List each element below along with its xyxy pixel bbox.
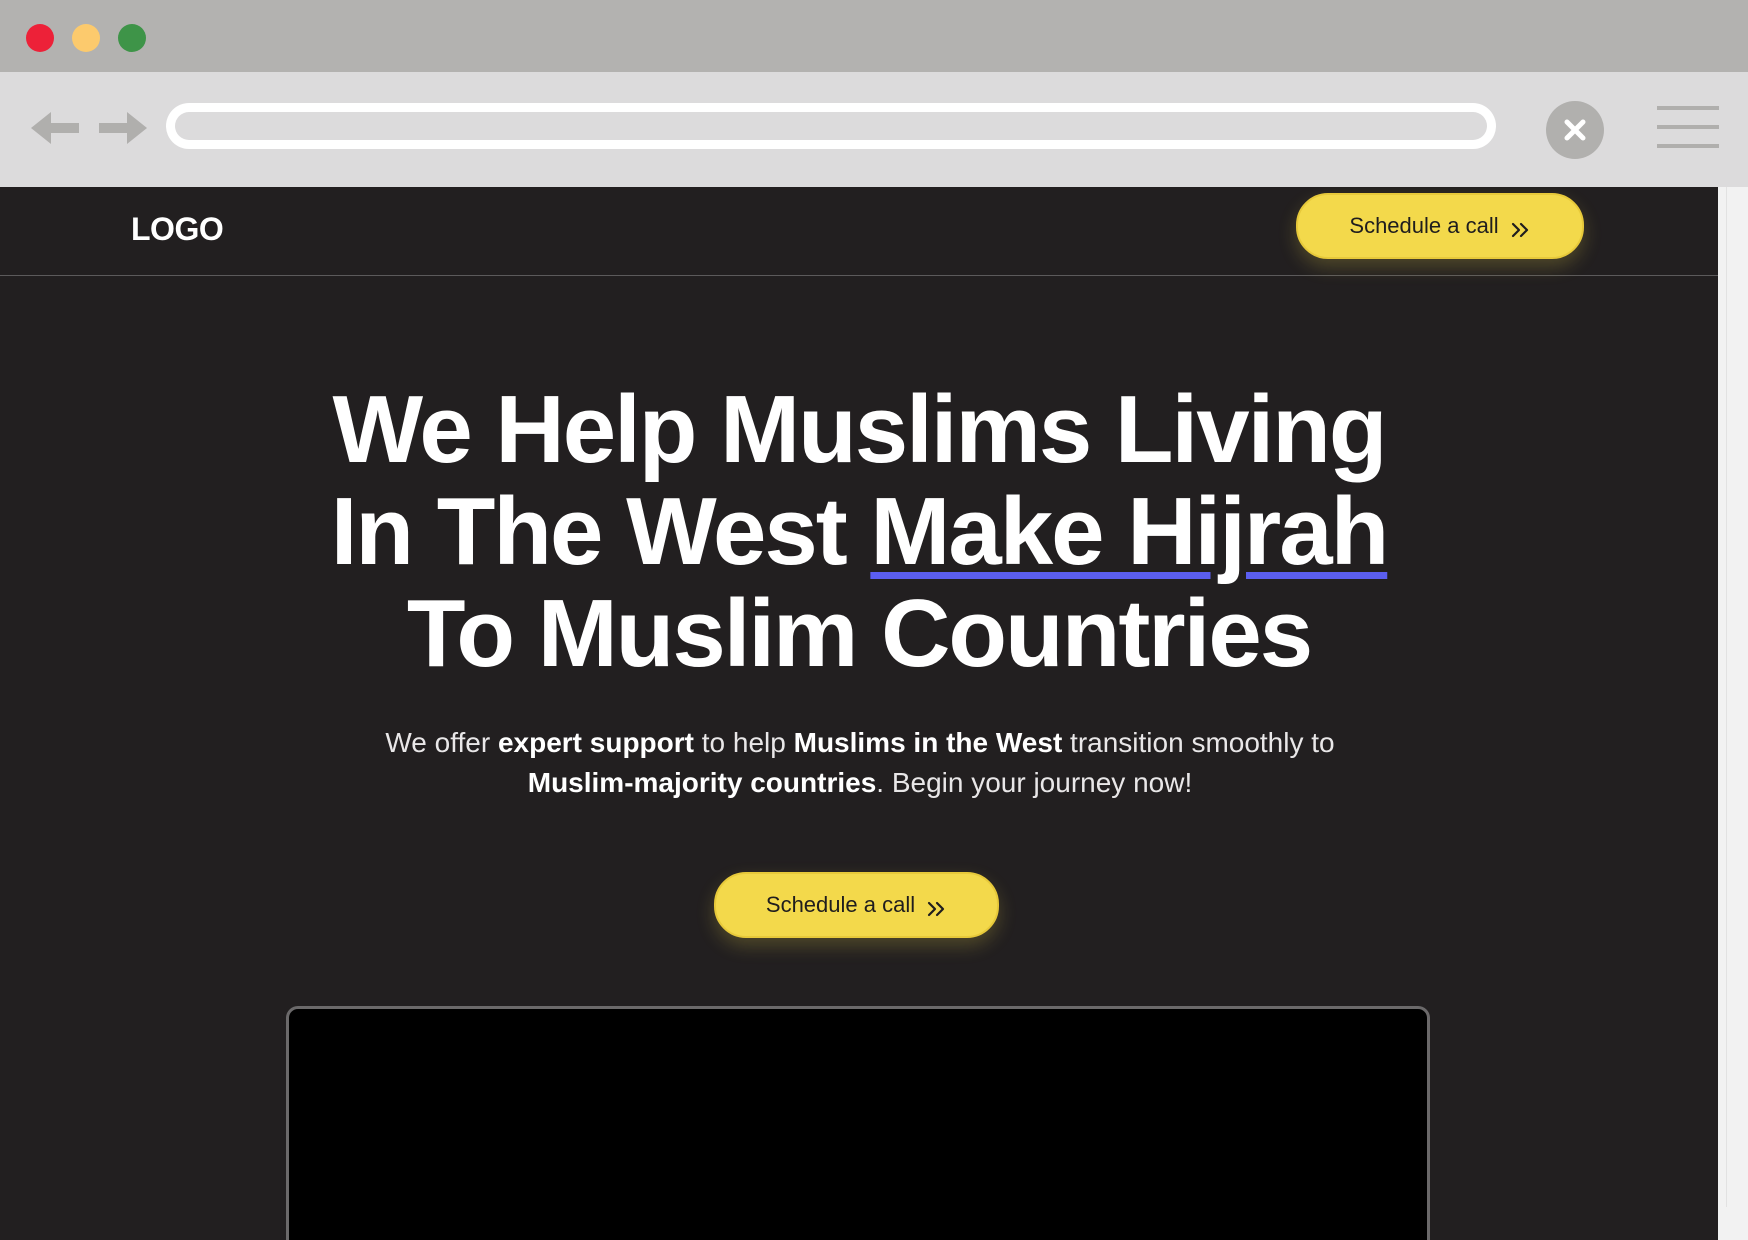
hero-heading: We Help Muslims Living In The West Make … xyxy=(0,379,1718,685)
subtitle-text: transition smoothly to xyxy=(1062,727,1335,758)
hero-subtitle: We offer expert support to help Muslims … xyxy=(280,723,1440,803)
hero-heading-line-2: In The West Make Hijrah xyxy=(0,481,1718,583)
subtitle-emphasis: Muslim-majority countries xyxy=(527,767,877,798)
hero-heading-line-1: We Help Muslims Living xyxy=(332,376,1387,483)
subtitle-emphasis: Muslims in the West xyxy=(793,727,1063,758)
hero-schedule-call-button[interactable]: Schedule a call xyxy=(714,872,999,938)
double-chevron-right-icon xyxy=(1511,218,1531,238)
close-icon[interactable] xyxy=(1546,101,1604,159)
header-schedule-call-label: Schedule a call xyxy=(1349,213,1499,238)
forward-arrow-icon[interactable] xyxy=(97,108,147,148)
window-minimize-button[interactable] xyxy=(72,24,100,52)
scrollbar-track[interactable] xyxy=(1726,187,1741,1207)
back-arrow-icon[interactable] xyxy=(31,108,81,148)
hamburger-menu-icon[interactable] xyxy=(1657,104,1719,150)
site-logo[interactable]: LOGO xyxy=(131,211,224,248)
address-input[interactable] xyxy=(175,112,1487,140)
subtitle-emphasis: expert support xyxy=(497,727,694,758)
video-player[interactable] xyxy=(286,1006,1430,1240)
address-bar[interactable] xyxy=(166,103,1496,149)
subtitle-text: . Begin your journey now! xyxy=(876,767,1193,798)
hero-heading-line-3: To Muslim Countries xyxy=(406,580,1313,687)
scrollbar[interactable] xyxy=(1718,187,1748,1240)
browser-titlebar xyxy=(0,0,1748,72)
double-chevron-right-icon xyxy=(927,897,947,917)
subtitle-text: to help xyxy=(693,727,794,758)
window-maximize-button[interactable] xyxy=(118,24,146,52)
page-viewport: LOGO Schedule a call We Help Muslims Liv… xyxy=(0,187,1718,1240)
hero-heading-highlight: Make Hijrah xyxy=(870,478,1389,585)
site-header: LOGO Schedule a call xyxy=(0,187,1718,276)
window-close-button[interactable] xyxy=(26,24,54,52)
hero-schedule-call-label: Schedule a call xyxy=(765,892,916,917)
subtitle-text: We offer xyxy=(385,727,498,758)
hero-heading-plain: In The West xyxy=(330,478,871,585)
header-schedule-call-button[interactable]: Schedule a call xyxy=(1296,193,1584,259)
